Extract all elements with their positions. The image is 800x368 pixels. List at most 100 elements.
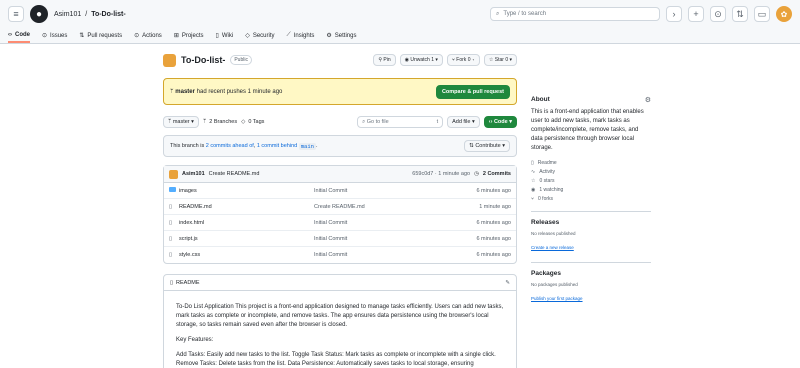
issues-button[interactable]: ⊙ [710,6,726,22]
search-input[interactable]: ⌕ Type / to search [490,7,660,21]
push-branch[interactable]: master [175,89,195,95]
tab-issues[interactable]: ⊙ Issues [42,32,67,43]
history-icon: ◷ [474,171,479,177]
branch-select[interactable]: ᛘ master ▾ [163,116,199,128]
file-commit-message[interactable]: Initial Commit [314,220,476,226]
tab-settings[interactable]: ⚙ Settings [326,32,356,43]
base-branch[interactable]: main [298,142,316,150]
tab-security[interactable]: ◇ Security [245,32,274,43]
tab-projects[interactable]: ⊞ Projects [174,32,204,43]
file-name[interactable]: script.js [179,236,314,242]
stars-link[interactable]: ☆ 0 stars [531,176,651,185]
file-commit-message[interactable]: Initial Commit [314,252,476,258]
user-avatar[interactable]: ✿ [776,6,792,22]
table-row[interactable]: ▯ style.css Initial Commit 6 minutes ago [164,247,516,263]
github-logo-icon[interactable]: ● [30,5,48,23]
commit-count[interactable]: 2 Commits [483,171,511,177]
file-name[interactable]: images [179,188,314,194]
latest-commit: Asim101 Create README.md 659c0d7 · 1 min… [164,166,516,183]
book-icon: ▯ [170,279,174,286]
file-name[interactable]: README.md [179,204,314,210]
unwatch-button[interactable]: ◉ Unwatch 1 ▾ [399,54,443,66]
breadcrumb-repo[interactable]: To-Do-list- [91,11,125,18]
about-title: About [531,96,550,103]
file-commit-message[interactable]: Create README.md [314,204,479,210]
file-commit-message[interactable]: Initial Commit [314,188,476,194]
table-row[interactable]: ▯ index.html Initial Commit 6 minutes ag… [164,215,516,231]
create-release-link[interactable]: Create a new release [531,245,574,250]
pencil-icon[interactable]: ✎ [505,280,510,286]
commit-behind-link[interactable]: 1 commit behind [257,143,297,149]
releases-section: Releases No releases published Create a … [531,211,651,254]
file-name[interactable]: index.html [179,220,314,226]
code-label: Code [493,119,508,125]
table-row[interactable]: ▯ script.js Initial Commit 6 minutes ago [164,231,516,247]
create-new-button[interactable]: + [688,6,704,22]
play-icon: ⊙ [134,33,140,39]
compare-pull-request-button[interactable]: Compare & pull request [435,84,510,99]
go-to-file-input[interactable]: ⌕ Go to file t [357,116,444,128]
pin-button[interactable]: ⚲ Pin [373,54,396,66]
gear-icon[interactable]: ⚙ [645,96,651,108]
tab-code[interactable]: ‹› Code [8,32,30,43]
packages-title[interactable]: Packages [531,270,651,277]
file-name[interactable]: style.css [179,252,314,258]
file-icon: ▯ [169,203,173,210]
repo-title[interactable]: To-Do-list- [181,55,225,65]
add-file-button[interactable]: Add file ▾ [447,116,480,128]
fork-button[interactable]: ⑂ Fork 0 ▾ [446,54,480,66]
activity-link[interactable]: ∿ Activity [531,167,651,176]
readme-title[interactable]: README [176,280,200,286]
fork-icon: ⑂ [531,195,535,202]
chevron-down-icon: ▾ [509,57,512,63]
chevron-down-icon: ▾ [191,119,194,125]
forks-link[interactable]: ⑂ 0 forks [531,194,651,203]
tab-label: Pull requests [87,32,123,39]
table-row[interactable]: ▯ README.md Create README.md 1 minute ag… [164,199,516,215]
table-row[interactable]: images Initial Commit 6 minutes ago [164,183,516,199]
readme-body: To-Do List Application This project is a… [164,291,516,368]
file-list: Asim101 Create README.md 659c0d7 · 1 min… [163,165,517,264]
tab-insights[interactable]: ⟋ Insights [287,32,315,43]
tab-label: Settings [334,32,357,39]
file-commit-message[interactable]: Initial Commit [314,236,476,242]
tab-pull-requests[interactable]: ⇅ Pull requests [79,32,122,43]
command-palette-button[interactable]: › [666,6,682,22]
readme-link[interactable]: ▯ Readme [531,158,651,167]
file-age: 1 minute ago [479,203,511,210]
inbox-button[interactable]: ▭ [754,6,770,22]
file-icon: ▯ [169,235,173,242]
ahead-prefix: This branch is [170,143,205,149]
star-button[interactable]: ☆ Star 0 ▾ [483,54,517,66]
chevron-down-icon: ▾ [502,143,505,149]
left-column: To-Do-list- Public ⚲ Pin ◉ Unwatch 1 ▾ ⑂… [163,44,517,368]
breadcrumb-owner[interactable]: Asim101 [54,11,81,18]
tab-label: Wiki [221,32,234,39]
tags-label: 0 Tags [248,119,265,125]
star-icon: ☆ [531,177,536,184]
pull-requests-button[interactable]: ⇅ [732,6,748,22]
watching-link[interactable]: ◉ 1 watching [531,185,651,194]
plus-icon: + [693,9,699,19]
chevron-down-icon: ▾ [509,119,512,125]
commit-meta[interactable]: 659c0d7 · 1 minute ago [412,171,470,177]
tags-link[interactable]: ◇ 0 Tags [241,119,264,125]
commits-ahead-link[interactable]: 2 commits ahead of [206,143,254,149]
branches-link[interactable]: ᛘ2 Branches [203,119,237,125]
menu-button[interactable]: ≡ [8,6,24,22]
file-age: 6 minutes ago [476,187,511,194]
star-count: 0 [505,57,509,63]
commit-message[interactable]: Create README.md [209,171,260,177]
commit-author[interactable]: Asim101 [182,171,205,177]
issue-icon: ⊙ [714,8,722,19]
contribute-button[interactable]: ⇅ Contribute ▾ [464,140,510,152]
file-age: 6 minutes ago [476,252,511,258]
about-section: About ⚙ This is a front-end application … [531,96,651,203]
breadcrumb-separator: / [85,10,88,18]
releases-title[interactable]: Releases [531,219,651,226]
tab-actions[interactable]: ⊙ Actions [134,32,162,43]
code-button[interactable]: ‹› Code ▾ [483,116,517,128]
publish-package-link[interactable]: Publish your first package [531,296,583,301]
readme-paragraph: To-Do List Application This project is a… [176,304,504,328]
tab-wiki[interactable]: ▯ Wiki [216,32,234,43]
